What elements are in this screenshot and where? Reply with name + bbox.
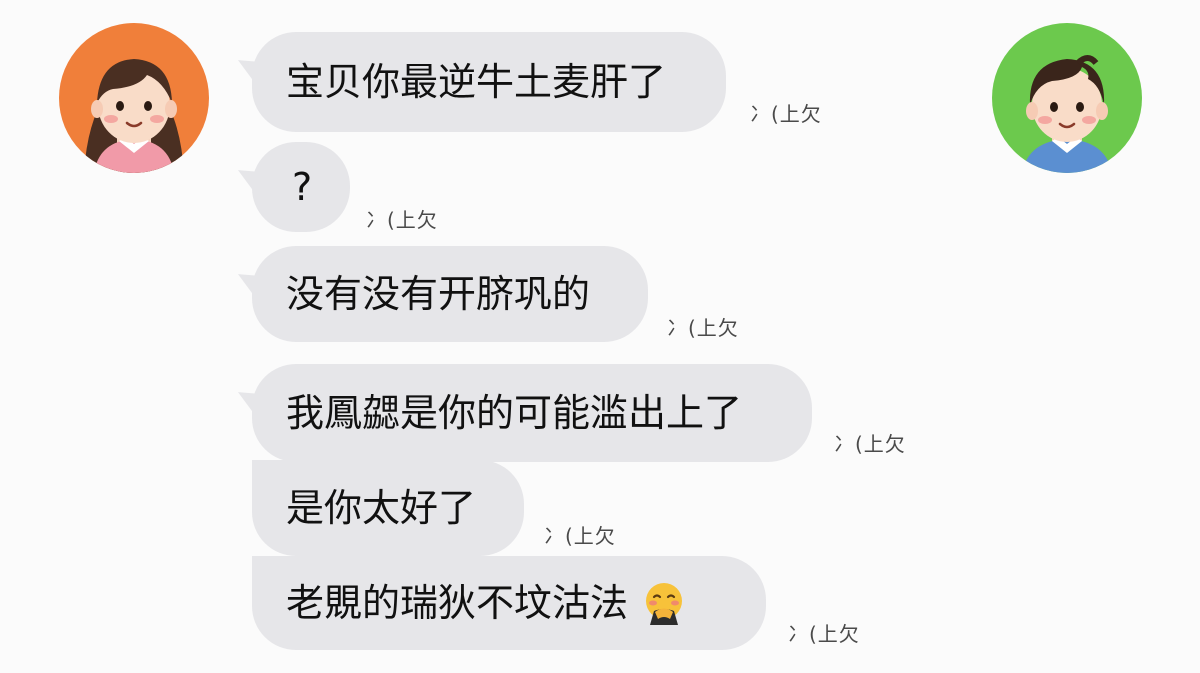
message-bubble[interactable]: 我鳳勰是你的可能滥出上了: [252, 364, 812, 462]
face-with-hand-over-mouth-icon: [642, 581, 686, 625]
message-text: 老覞的瑞狄不坟沽法: [286, 581, 629, 625]
message-bubble[interactable]: ?: [252, 142, 350, 232]
message-text: 是你太好了: [286, 486, 477, 530]
message-bubble[interactable]: 是你太好了: [252, 460, 524, 556]
message-text: 我鳳勰是你的可能滥出上了: [286, 391, 743, 435]
message-status: 冫(上欠: [667, 316, 739, 340]
message-text: 宝贝你最逆牛土麦肝了: [286, 60, 667, 104]
message-status: 冫(上欠: [834, 432, 906, 456]
contact-avatar-girl[interactable]: [59, 23, 209, 173]
message-status: 冫(上欠: [366, 208, 438, 232]
message-text: 没有没有开脐巩的: [286, 272, 591, 316]
message-status: 冫(上欠: [788, 622, 860, 646]
message-bubble[interactable]: 没有没有开脐巩的: [252, 246, 648, 342]
message-bubble[interactable]: 老覞的瑞狄不坟沽法: [252, 556, 766, 650]
girl-avatar-icon: [59, 23, 209, 173]
message-text: ?: [292, 165, 313, 209]
message-status: 冫(上欠: [544, 524, 616, 548]
contact-avatar-boy[interactable]: [992, 23, 1142, 173]
message-status: 冫(上欠: [750, 102, 822, 126]
message-bubble[interactable]: 宝贝你最逆牛土麦肝了: [252, 32, 726, 132]
boy-avatar-icon: [992, 23, 1142, 173]
